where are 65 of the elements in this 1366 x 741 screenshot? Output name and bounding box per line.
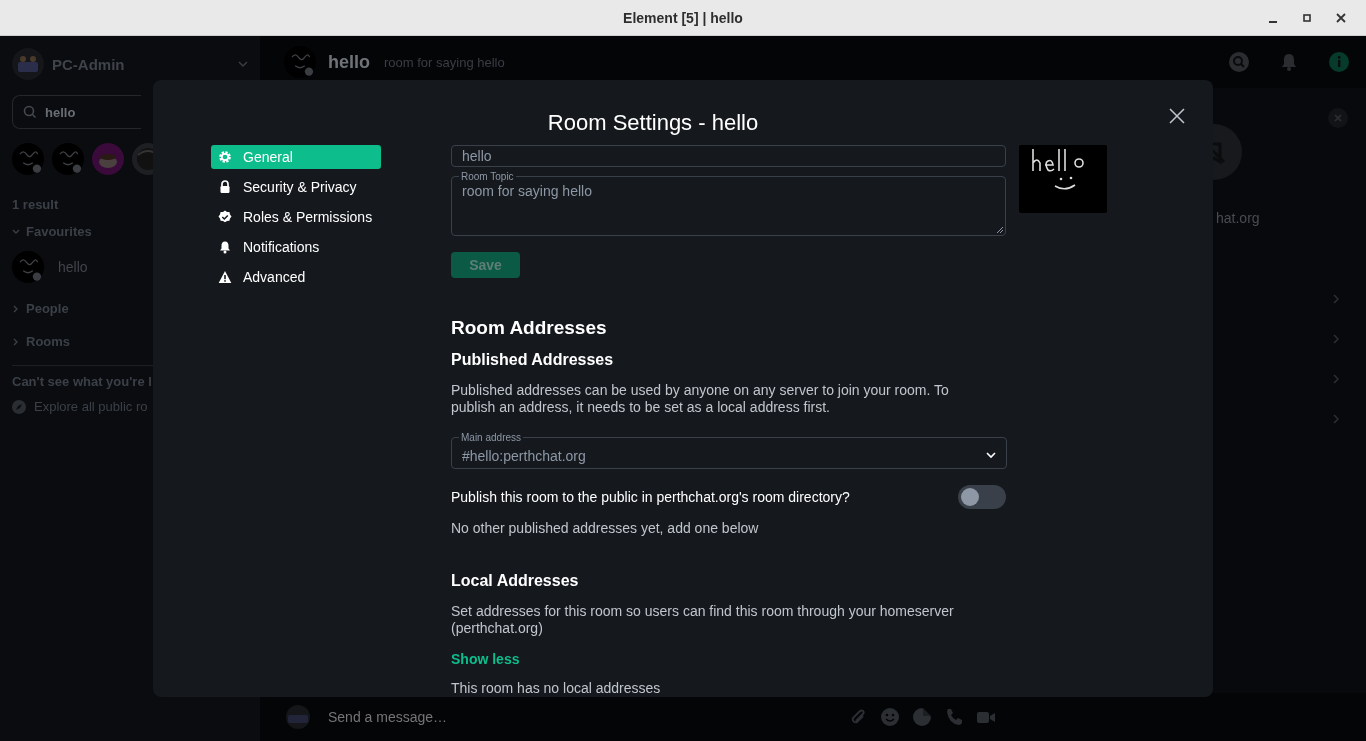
room-info-icon <box>1328 51 1350 73</box>
call-button[interactable] <box>944 707 964 727</box>
close-icon <box>1334 114 1342 122</box>
close-icon <box>1169 108 1185 124</box>
section-heading: Room Addresses <box>451 316 608 340</box>
search-button[interactable] <box>1228 51 1250 73</box>
empty-note: No other published addresses yet, add one below <box>451 520 760 537</box>
bell-icon <box>218 240 232 254</box>
call-icon <box>944 707 964 727</box>
emoji-button[interactable] <box>880 707 900 727</box>
description-text: Set addresses for this room so users can find this room through your homeserver (perthchat.org) <box>451 603 955 637</box>
server-name: hat.org <box>1216 210 1260 226</box>
room-avatar <box>52 143 84 175</box>
settings-tab[interactable]: Notifications <box>211 235 381 259</box>
window-title: Element [5] | hello <box>623 9 743 26</box>
close-icon <box>1336 12 1346 23</box>
chevron-down-icon <box>986 452 996 460</box>
sticker-icon <box>912 707 932 727</box>
chevron-right-icon <box>1332 414 1340 424</box>
room-avatar <box>284 46 316 78</box>
warning-icon <box>218 270 232 284</box>
publish-toggle[interactable] <box>958 485 1006 509</box>
chevron-right-icon <box>1332 334 1340 344</box>
user-avatar <box>12 48 44 80</box>
chevron-right-icon <box>1332 294 1340 304</box>
badge-check-icon <box>218 210 232 224</box>
close-button[interactable] <box>1169 108 1185 124</box>
menu-chevron-button[interactable] <box>238 60 248 68</box>
show-less-link[interactable]: Show less <box>451 651 520 668</box>
user-name: PC-Admin <box>52 55 125 73</box>
room-avatar <box>92 143 124 175</box>
minimize-icon <box>1269 20 1277 23</box>
message-field[interactable]: Send a message… <box>328 709 832 725</box>
room-avatar <box>12 251 44 283</box>
search-icon <box>23 105 37 119</box>
compass-icon <box>12 399 26 414</box>
close-panel-button[interactable] <box>1328 108 1348 128</box>
room-name-field[interactable]: hello <box>451 145 1006 167</box>
main-address-dropdown[interactable]: Main address #hello:perthchat.org <box>451 432 1007 469</box>
sticker-button[interactable] <box>912 707 932 727</box>
empty-note: This room has no local addresses <box>451 680 662 697</box>
resize-grip-icon <box>995 225 1004 235</box>
subsection-heading: Published Addresses <box>451 350 615 370</box>
room-name: hello <box>328 51 370 73</box>
chevron-down-icon <box>238 60 248 68</box>
room-avatar <box>12 143 44 175</box>
user-avatar <box>284 705 312 729</box>
room-info-button[interactable] <box>1328 51 1350 73</box>
settings-tab[interactable]: Security & Privacy <box>211 175 381 199</box>
toggle-label: Publish this room to the public in perthchat.org's room directory? <box>451 488 850 507</box>
lock-icon <box>218 180 232 194</box>
settings-tab[interactable]: Roles & Permissions <box>211 205 381 229</box>
search-icon <box>1228 51 1250 73</box>
emoji-icon <box>880 707 900 727</box>
result-count: 1 result <box>12 197 60 212</box>
maximize-icon <box>1302 12 1312 23</box>
subsection-heading: Local Addresses <box>451 571 580 591</box>
gear-icon <box>218 150 232 164</box>
room-topic: room for saying hello <box>384 54 505 70</box>
room-topic-field[interactable]: Room Topic room for saying hello <box>451 170 1006 237</box>
settings-tab[interactable]: Advanced <box>211 265 381 289</box>
description-text: Published addresses can be used by anyone on any server to join your room. To publish an address, it needs to be set as a local address first. <box>451 382 950 416</box>
dialog-title: Room Settings - hello <box>547 110 759 137</box>
search-field[interactable]: hello <box>12 95 141 129</box>
chevron-right-icon <box>1332 374 1340 384</box>
